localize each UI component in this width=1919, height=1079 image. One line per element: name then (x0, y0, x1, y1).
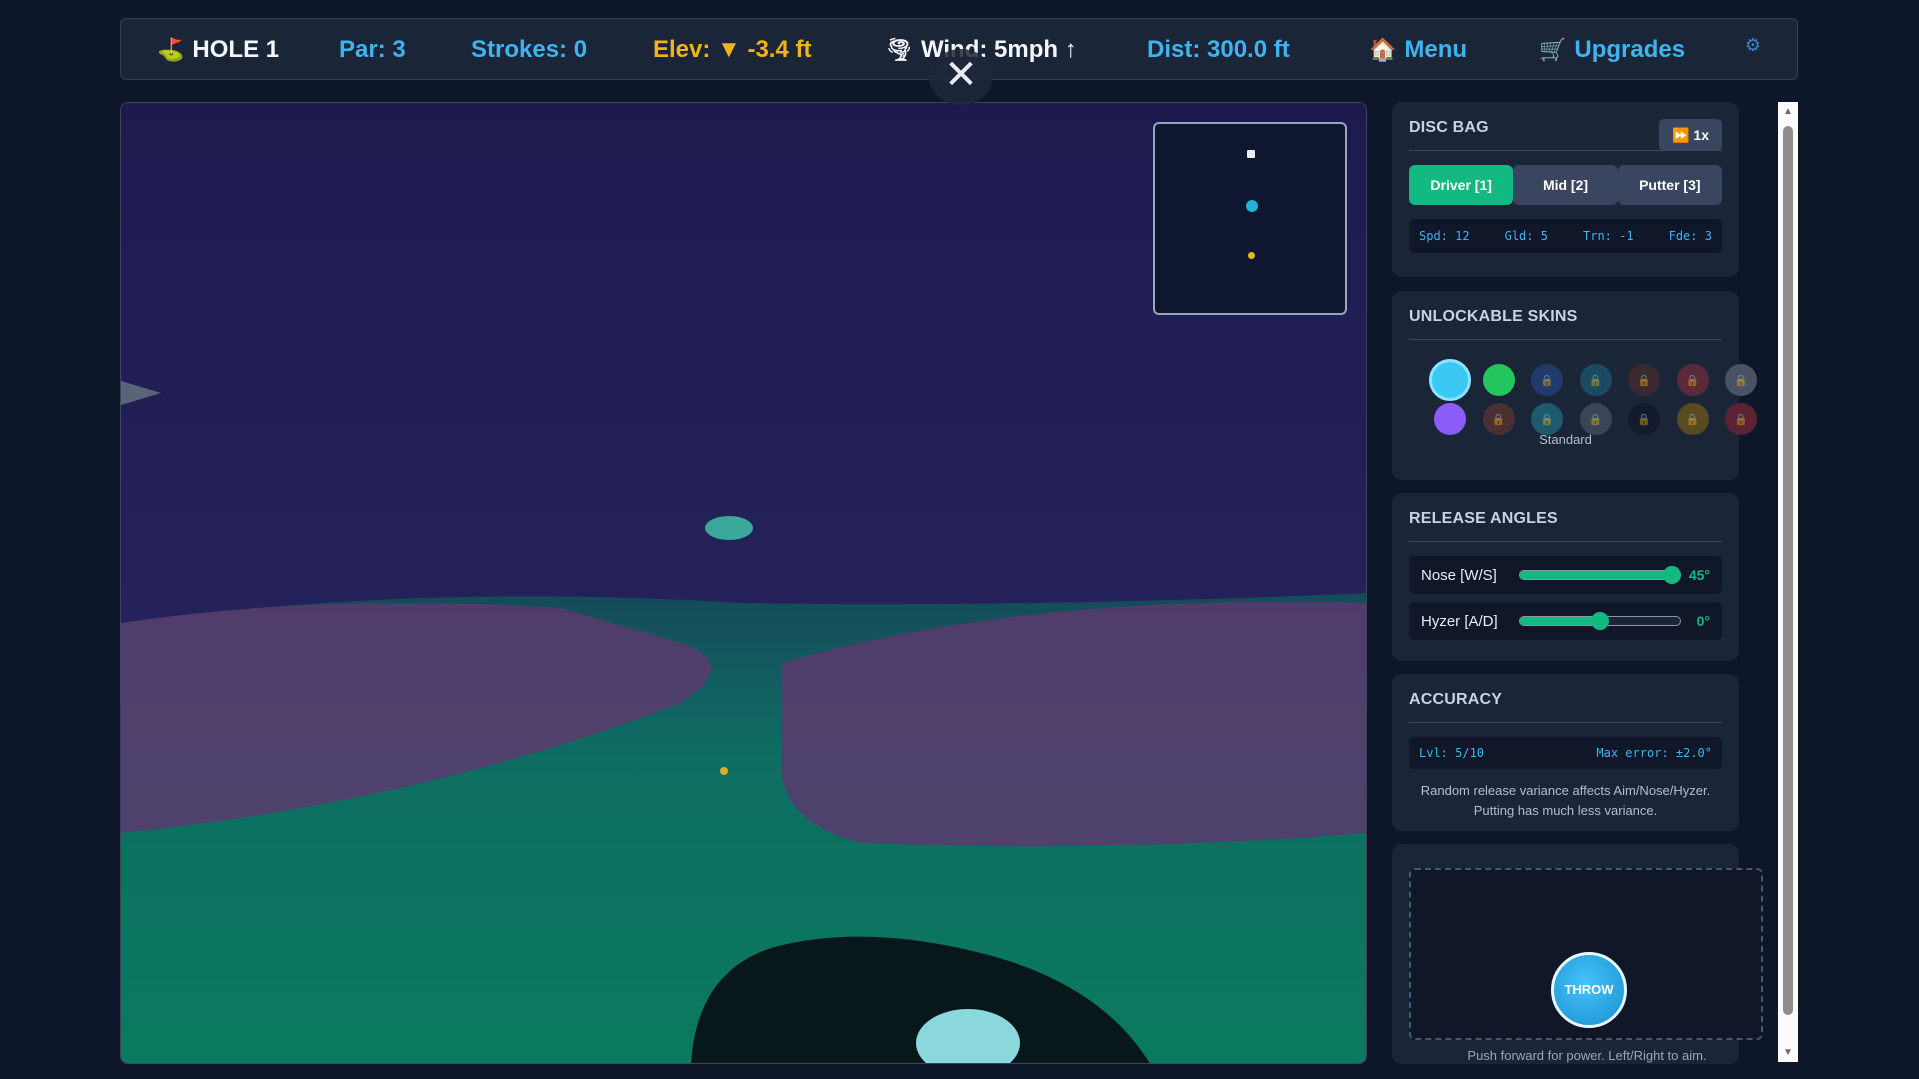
accuracy-panel: ACCURACY Lvl: 5/10 Max error: ±2.0° Rand… (1392, 674, 1739, 831)
accuracy-title: ACCURACY (1409, 674, 1722, 723)
lock-icon: 🔒 (1588, 374, 1603, 387)
minimap-basket-marker (1248, 252, 1255, 259)
nose-value: 45° (1688, 567, 1710, 583)
skin-option[interactable]: 🔒 (1579, 403, 1612, 435)
accuracy-level: Lvl: 5/10 (1419, 746, 1485, 760)
lock-icon: 🔒 (1637, 374, 1651, 387)
hole-indicator: ⛳ HOLE 1 (157, 36, 280, 63)
scroll-up-icon[interactable]: ▲ (1778, 106, 1798, 117)
lock-icon: 🔒 (1734, 374, 1748, 387)
lock-icon: 🔒 (1540, 374, 1554, 387)
lock-icon: 🔒 (1685, 413, 1700, 426)
lock-icon: 🔒 (1637, 413, 1651, 426)
selected-skin-name: Standard (1539, 432, 1592, 447)
lock-icon: 🔒 (1685, 374, 1700, 387)
scroll-thumb[interactable] (1783, 126, 1793, 1015)
skin-option[interactable] (1434, 403, 1466, 435)
wind-icon: 🌪 (885, 37, 913, 62)
skin-option[interactable]: 🔒 (1628, 403, 1660, 435)
disc-stats: Spd: 12 Gld: 5 Trn: -1 Fde: 3 (1409, 219, 1722, 253)
minimap (1153, 122, 1347, 315)
driver-button[interactable]: Driver [1] (1409, 165, 1514, 205)
lock-icon: 🔒 (1491, 413, 1506, 426)
upgrades-button[interactable]: 🛒 Upgrades (1539, 19, 1685, 81)
skin-option[interactable]: 🔒 (1676, 403, 1709, 435)
flying-disc (705, 516, 753, 540)
skin-option[interactable]: 🔒 (1676, 364, 1709, 396)
elevation-readout: Elev: ▼ -3.4 ft (653, 36, 812, 63)
minimap-tee-marker (1247, 150, 1255, 158)
flag-icon: ⛳ (157, 37, 185, 62)
close-button[interactable]: ✕ (929, 49, 993, 105)
speed-toggle-button[interactable]: ⏩ 1x (1659, 119, 1722, 151)
turn-stat: Trn: -1 (1583, 229, 1634, 243)
accuracy-note: Random release variance affects Aim/Nose… (1420, 783, 1711, 818)
nose-label: Nose [W/S] (1421, 566, 1497, 584)
nose-slider-handle[interactable] (1663, 566, 1681, 584)
house-icon: 🏠 (1369, 37, 1397, 62)
lock-icon: 🔒 (1588, 413, 1603, 426)
fast-forward-icon: ⏩ (1671, 127, 1690, 143)
throw-button[interactable]: THROW (1551, 952, 1627, 1028)
release-angles-title: RELEASE ANGLES (1409, 493, 1722, 542)
skin-option[interactable]: 🔒 (1725, 364, 1757, 396)
target-basket (720, 767, 728, 775)
skins-title: UNLOCKABLE SKINS (1409, 291, 1722, 340)
menu-button[interactable]: 🏠 Menu (1369, 19, 1467, 81)
hyzer-label: Hyzer [A/D] (1421, 612, 1498, 630)
skin-option[interactable]: 🔒 (1628, 364, 1660, 396)
throw-hint: Push forward for power. Left/Right to ai… (1467, 1048, 1707, 1063)
nose-slider[interactable] (1519, 566, 1681, 584)
accuracy-stats: Lvl: 5/10 Max error: ±2.0° (1409, 737, 1722, 769)
par-readout: Par: 3 (339, 36, 406, 63)
lock-icon: 🔒 (1734, 413, 1748, 426)
release-angles-panel: RELEASE ANGLES Nose [W/S] 45° Hyzer [A/D… (1392, 493, 1739, 661)
putter-button[interactable]: Putter [3] (1617, 165, 1722, 205)
skins-panel: UNLOCKABLE SKINS Standard 🔒 🔒 🔒 🔒 🔒 🔒 🔒 🔒 🔒 🔒 🔒 (1392, 291, 1757, 480)
hyzer-slider-fill (1520, 617, 1600, 625)
speed-stat: Spd: 12 (1419, 229, 1470, 243)
hyzer-value: 0° (1696, 613, 1710, 629)
hyzer-slider-handle[interactable] (1591, 612, 1609, 630)
nose-slider-fill (1520, 571, 1672, 579)
disc-bag-panel: DISC BAG ⏩ 1x Driver [1] Mid [2] Putter [… (1392, 102, 1739, 277)
disc-selector: Driver [1] Mid [2] Putter [3] (1409, 165, 1722, 205)
skin-option[interactable]: 🔒 (1531, 403, 1563, 435)
skin-option[interactable]: 🔒 (1579, 364, 1612, 396)
skins-grid: Standard 🔒 🔒 🔒 🔒 🔒 🔒 🔒 🔒 🔒 🔒 🔒 (1409, 340, 1757, 450)
strokes-readout: Strokes: 0 (471, 36, 588, 63)
hyzer-slider-row: Hyzer [A/D] 0° (1409, 602, 1722, 640)
minimap-disc-marker (1246, 200, 1258, 212)
skin-option[interactable] (1429, 359, 1471, 401)
nose-slider-row: Nose [W/S] 45° (1409, 556, 1722, 594)
hyzer-slider[interactable] (1519, 612, 1681, 630)
throw-panel (1392, 844, 1763, 1064)
skin-option[interactable]: 🔒 (1725, 403, 1757, 435)
panel-scrollbar[interactable]: ▲ ▼ (1778, 102, 1798, 1062)
scroll-down-icon[interactable]: ▼ (1778, 1047, 1798, 1058)
distance-readout: Dist: 300.0 ft (1147, 36, 1290, 63)
mid-button[interactable]: Mid [2] (1513, 165, 1618, 205)
fade-stat: Fde: 3 (1668, 229, 1712, 243)
accuracy-max-error: Max error: ±2.0° (1596, 746, 1712, 760)
glide-stat: Gld: 5 (1504, 229, 1548, 243)
cart-icon: 🛒 (1539, 37, 1567, 62)
skin-option[interactable] (1482, 364, 1515, 396)
gear-icon[interactable]: ⚙ (1745, 35, 1761, 56)
skin-option[interactable]: 🔒 (1482, 403, 1515, 435)
lock-icon: 🔒 (1540, 413, 1554, 426)
skin-option[interactable]: 🔒 (1531, 364, 1563, 396)
